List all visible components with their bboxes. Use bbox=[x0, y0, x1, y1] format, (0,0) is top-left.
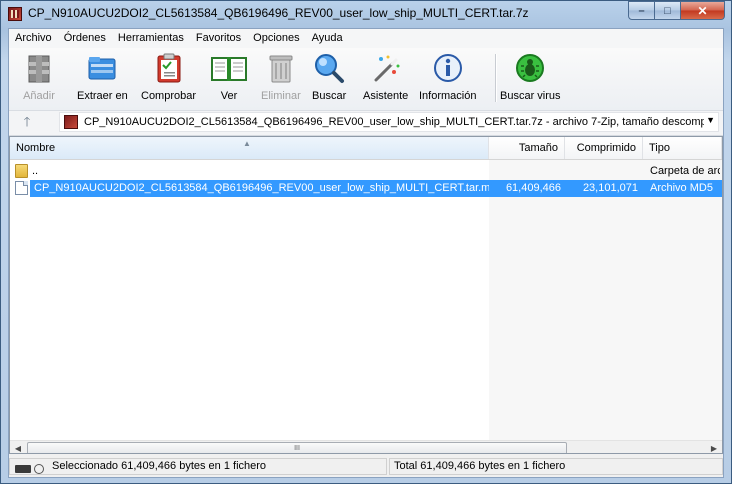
menu-archivo[interactable]: Archivo bbox=[9, 29, 58, 48]
add-label: Añadir bbox=[23, 90, 55, 102]
status-selected-text: Seleccionado 61,409,466 bytes en 1 fiche… bbox=[52, 460, 267, 472]
scroll-right-icon[interactable]: ▶ bbox=[706, 441, 722, 453]
virus-scan-label: Buscar virus bbox=[500, 90, 561, 102]
scrollbar-thumb[interactable]: III bbox=[27, 442, 567, 453]
virus-scan-button[interactable]: Buscar virus bbox=[500, 52, 561, 102]
file-icon bbox=[15, 181, 28, 195]
toolbar: Añadir Extraer en Comprobar Ver Eliminar… bbox=[9, 48, 723, 111]
path-text: CP_N910AUCU2DOI2_CL5613584_QB6196496_REV… bbox=[84, 116, 704, 128]
find-label: Buscar bbox=[312, 90, 347, 102]
column-header-name[interactable]: Nombre ▲ bbox=[10, 137, 489, 159]
wizard-button[interactable]: Asistente bbox=[363, 52, 408, 102]
magic-wand-icon bbox=[370, 52, 402, 84]
menu-ayuda[interactable]: Ayuda bbox=[306, 29, 349, 48]
row-type: Carpeta de arch bbox=[650, 165, 720, 177]
info-icon bbox=[432, 52, 464, 84]
menu-favoritos[interactable]: Favoritos bbox=[190, 29, 247, 48]
column-header-type[interactable]: Tipo bbox=[643, 137, 722, 159]
book-icon bbox=[209, 52, 249, 84]
magnifier-icon bbox=[313, 52, 345, 84]
chevron-down-icon[interactable]: ▼ bbox=[706, 115, 715, 125]
client-area: Archivo Órdenes Herramientas Favoritos O… bbox=[8, 28, 724, 478]
close-button[interactable]: ✕ bbox=[681, 1, 725, 20]
up-folder-button[interactable]: 🡑 bbox=[19, 114, 35, 130]
name-column-bg bbox=[10, 160, 489, 440]
column-header-size[interactable]: Tamaño bbox=[489, 137, 565, 159]
menu-bar: Archivo Órdenes Herramientas Favoritos O… bbox=[9, 29, 723, 48]
maximize-button[interactable]: □ bbox=[655, 1, 681, 20]
file-list[interactable]: Nombre ▲ Tamaño Comprimido Tipo .. Carpe… bbox=[9, 136, 723, 454]
view-button[interactable]: Ver bbox=[209, 52, 249, 102]
bug-icon bbox=[514, 52, 546, 84]
window-title: CP_N910AUCU2DOI2_CL5613584_QB6196496_REV… bbox=[28, 6, 529, 20]
table-row-selected[interactable]: CP_N910AUCU2DOI2_CL5613584_QB6196496_REV… bbox=[10, 180, 722, 197]
horizontal-scrollbar[interactable]: ◀ III ▶ bbox=[10, 440, 722, 453]
path-field[interactable]: CP_N910AUCU2DOI2_CL5613584_QB6196496_REV… bbox=[59, 112, 719, 132]
key-icon bbox=[34, 464, 44, 474]
info-label: Información bbox=[419, 90, 477, 102]
list-header: Nombre ▲ Tamaño Comprimido Tipo bbox=[10, 137, 722, 160]
minimize-button[interactable]: – bbox=[628, 1, 655, 20]
row-type: Archivo MD5 bbox=[650, 182, 713, 194]
find-button[interactable]: Buscar bbox=[312, 52, 346, 102]
menu-opciones[interactable]: Opciones bbox=[247, 29, 305, 48]
path-bar: 🡑 CP_N910AUCU2DOI2_CL5613584_QB6196496_R… bbox=[9, 111, 723, 136]
extract-to-label: Extraer en bbox=[77, 90, 128, 102]
detail-columns-bg bbox=[489, 160, 722, 440]
window-controls: – □ ✕ bbox=[628, 1, 725, 20]
add-button[interactable]: Añadir bbox=[23, 52, 55, 102]
folder-icon bbox=[15, 164, 28, 178]
view-label: Ver bbox=[220, 90, 238, 102]
archive-add-icon bbox=[23, 52, 55, 84]
drive-icon bbox=[15, 465, 31, 473]
archive-icon bbox=[64, 115, 78, 129]
status-selected: Seleccionado 61,409,466 bytes en 1 fiche… bbox=[9, 458, 387, 475]
info-button[interactable]: Información bbox=[419, 52, 476, 102]
trash-icon bbox=[265, 52, 297, 84]
sort-ascending-icon: ▲ bbox=[243, 139, 251, 148]
toolbar-separator bbox=[495, 54, 496, 102]
test-label: Comprobar bbox=[141, 90, 197, 102]
title-bar[interactable]: CP_N910AUCU2DOI2_CL5613584_QB6196496_REV… bbox=[1, 1, 731, 27]
app-window: CP_N910AUCU2DOI2_CL5613584_QB6196496_REV… bbox=[0, 0, 732, 484]
column-name-label: Nombre bbox=[16, 142, 56, 154]
row-compressed: 23,101,071 bbox=[582, 182, 638, 194]
scroll-left-icon[interactable]: ◀ bbox=[10, 441, 26, 453]
test-button[interactable]: Comprobar bbox=[141, 52, 196, 102]
table-row[interactable]: .. Carpeta de arch bbox=[10, 163, 722, 180]
row-name: .. bbox=[32, 165, 39, 177]
delete-button[interactable]: Eliminar bbox=[261, 52, 301, 102]
row-size: 61,409,466 bbox=[505, 182, 561, 194]
menu-ordenes[interactable]: Órdenes bbox=[58, 29, 112, 48]
folder-extract-icon bbox=[86, 52, 118, 84]
column-header-compressed[interactable]: Comprimido bbox=[565, 137, 643, 159]
extract-to-button[interactable]: Extraer en bbox=[77, 52, 128, 102]
row-name: CP_N910AUCU2DOI2_CL5613584_QB6196496_REV… bbox=[34, 182, 489, 194]
clipboard-check-icon bbox=[153, 52, 185, 84]
delete-label: Eliminar bbox=[261, 90, 301, 102]
menu-herramientas[interactable]: Herramientas bbox=[112, 29, 190, 48]
wizard-label: Asistente bbox=[363, 90, 409, 102]
status-bar: Seleccionado 61,409,466 bytes en 1 fiche… bbox=[9, 456, 723, 477]
winrar-app-icon bbox=[8, 7, 22, 21]
status-total: Total 61,409,466 bytes en 1 fichero bbox=[389, 458, 723, 475]
